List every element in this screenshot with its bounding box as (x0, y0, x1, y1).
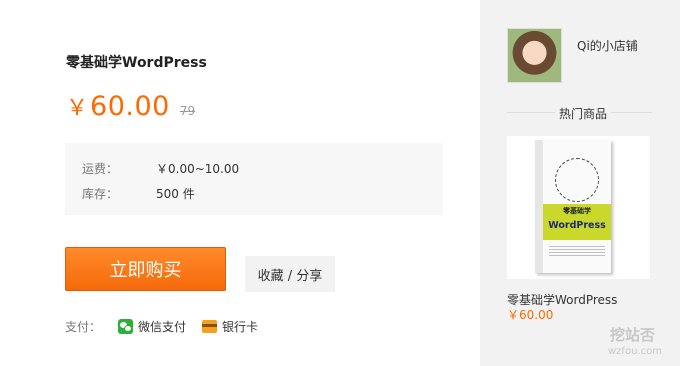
payment-row: 支付： 微信支付 银行卡 (65, 318, 274, 335)
watermark-text: 挖站否 (610, 326, 656, 344)
shop-avatar[interactable] (507, 28, 562, 83)
payment-option-label: 银行卡 (222, 320, 259, 334)
payment-option-label: 微信支付 (138, 320, 187, 334)
payment-option-bank-card[interactable]: 银行卡 (202, 318, 258, 335)
shipping-value: ￥0.00~10.00 (156, 162, 240, 176)
watermark-url: wzfou.com (608, 346, 662, 357)
original-price: 79 (179, 104, 196, 118)
product-info-box: 运费： ￥0.00~10.00 库存： 500 件 (65, 143, 443, 215)
book-spine (535, 140, 543, 273)
buy-now-button[interactable]: 立即购买 (65, 247, 226, 291)
shop-sidebar: Qi的小店铺 热门商品 零基础学 WordPress 零基础学 WordPress… (480, 0, 680, 366)
stock-row: 库存： 500 件 (82, 185, 195, 202)
product-title: 零基础学WordPress (66, 55, 207, 71)
payment-option-wechat[interactable]: 微信支付 (118, 318, 186, 335)
hot-products-heading: 热门商品 (555, 105, 612, 122)
hot-product-image[interactable]: 零基础学 WordPress (507, 136, 650, 279)
watermark-logo: 挖站否 wzfou.com (600, 324, 676, 364)
book-blurb (549, 246, 605, 258)
bank-card-icon (202, 320, 218, 333)
currency-symbol: ￥ (66, 96, 89, 121)
book-illustration (555, 158, 599, 202)
price-row: ￥ 60.00 79 (66, 90, 195, 122)
stock-label: 库存： (82, 187, 119, 201)
favorite-share-button[interactable]: 收藏 / 分享 (245, 256, 335, 292)
book-cover-title: WordPress (548, 220, 606, 231)
shipping-label: 运费： (82, 162, 119, 176)
shipping-row: 运费： ￥0.00~10.00 (82, 160, 239, 177)
book-cover: 零基础学 WordPress (535, 140, 611, 273)
product-price: 60.00 (90, 91, 170, 122)
product-main: 零基础学WordPress ￥ 60.00 79 运费： ￥0.00~10.00… (0, 0, 480, 366)
shop-name[interactable]: Qi的小店铺 (577, 37, 638, 54)
wechat-pay-icon (118, 319, 133, 334)
stock-value: 500 件 (156, 187, 195, 201)
hot-product-price: ￥60.00 (507, 308, 554, 322)
book-cover-subtitle: 零基础学 (563, 206, 591, 215)
payment-label: 支付： (65, 320, 102, 334)
